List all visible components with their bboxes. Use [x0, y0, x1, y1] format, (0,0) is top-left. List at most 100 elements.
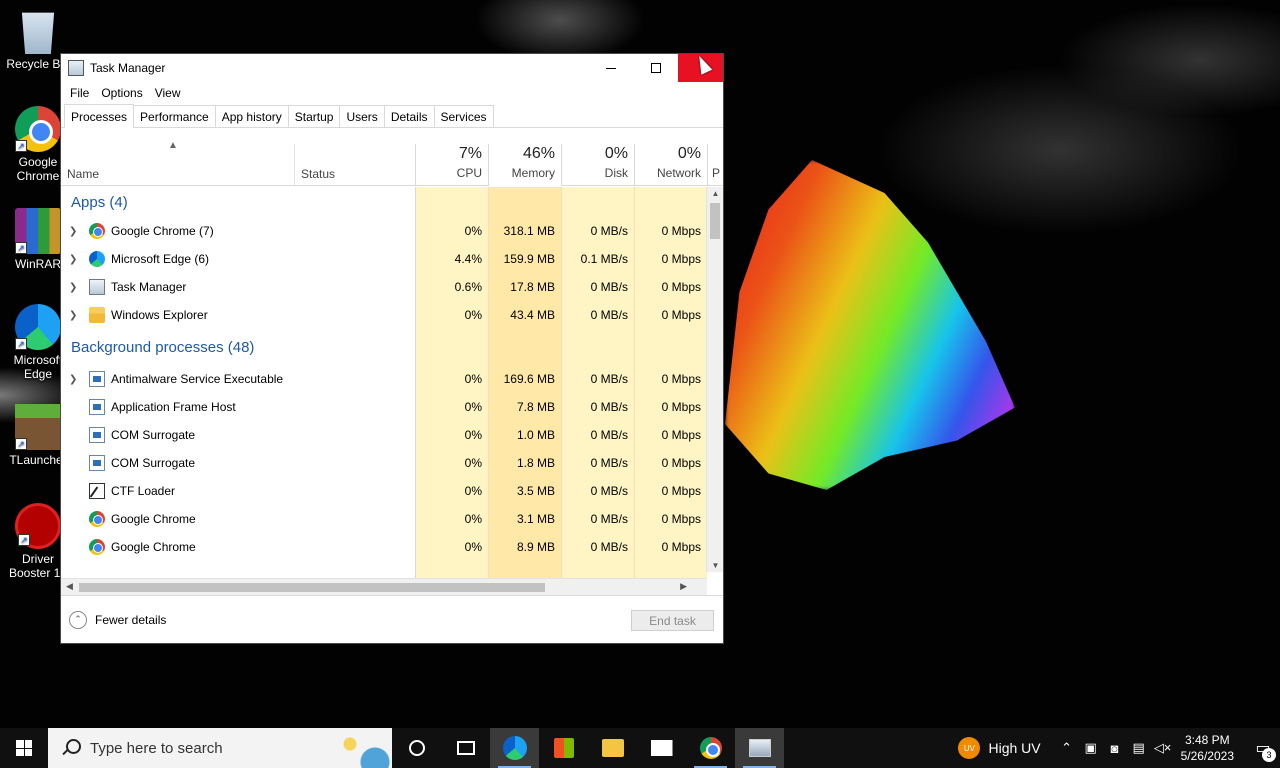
- chrome-icon: [89, 539, 105, 555]
- network-cell: 0 Mbps: [661, 512, 701, 526]
- column-disk[interactable]: 0% Disk: [561, 144, 634, 186]
- memory-cell: 1.8 MB: [516, 456, 555, 470]
- disk-cell: 0 MB/s: [590, 484, 628, 498]
- memory-cell: 7.8 MB: [516, 400, 555, 414]
- menu-view[interactable]: View: [149, 86, 187, 100]
- table-row[interactable]: COM Surrogate 0% 1.8 MB 0 MB/s 0 Mbps: [61, 449, 707, 477]
- title-bar[interactable]: Task Manager: [61, 54, 723, 82]
- cortana-button[interactable]: [392, 728, 441, 768]
- memory-cell: 3.1 MB: [516, 512, 555, 526]
- column-cpu[interactable]: 7% CPU: [415, 144, 488, 186]
- taskbar-store[interactable]: [539, 728, 588, 768]
- search-box[interactable]: Type here to search: [48, 728, 392, 768]
- scroll-left-icon[interactable]: ◀: [66, 581, 73, 592]
- scroll-thumb[interactable]: [79, 583, 545, 592]
- menu-file[interactable]: File: [64, 86, 95, 100]
- cpu-label: CPU: [456, 166, 482, 180]
- chrome-icon: ↗: [15, 106, 61, 152]
- tab-services[interactable]: Services: [433, 105, 494, 127]
- column-memory[interactable]: 46% Memory: [488, 144, 561, 186]
- webcam-icon[interactable]: ◙: [1103, 728, 1127, 768]
- system-tray: UV High UV ⌃ ▣ ◙ ▤ ◁× 3:48 PM 5/26/2023 …: [958, 728, 1280, 768]
- clock-time: 3:48 PM: [1184, 733, 1230, 747]
- table-row[interactable]: Application Frame Host 0% 7.8 MB 0 MB/s …: [61, 393, 707, 421]
- recycle-bin-icon: [21, 12, 55, 54]
- tab-performance[interactable]: Performance: [133, 105, 216, 127]
- start-button[interactable]: [0, 728, 48, 768]
- chevron-up-circle-icon[interactable]: ⌃: [69, 610, 87, 629]
- taskbar-chrome[interactable]: [686, 728, 735, 768]
- chevron-up-icon[interactable]: ⌃: [1055, 728, 1079, 768]
- disk-cell: 0 MB/s: [590, 280, 628, 294]
- clock[interactable]: 3:48 PM 5/26/2023: [1181, 732, 1234, 764]
- table-row[interactable]: ❯ Antimalware Service Executable 0% 169.…: [61, 365, 707, 393]
- fewer-details-link[interactable]: Fewer details: [95, 613, 166, 627]
- sort-up-icon[interactable]: ▲: [168, 140, 178, 151]
- minimize-icon: [605, 67, 616, 69]
- table-row[interactable]: ❯ Microsoft Edge (6) 4.4% 159.9 MB 0.1 M…: [61, 245, 707, 273]
- taskbar-mail[interactable]: [637, 728, 686, 768]
- tab-app-history[interactable]: App history: [214, 105, 289, 127]
- end-task-button[interactable]: End task: [631, 610, 714, 631]
- column-power[interactable]: P: [707, 144, 721, 186]
- network-cell: 0 Mbps: [661, 400, 701, 414]
- table-row[interactable]: ❯ Google Chrome (7) 0% 318.1 MB 0 MB/s 0…: [61, 217, 707, 245]
- column-network[interactable]: 0% Network: [634, 144, 707, 186]
- scroll-up-icon[interactable]: ▲: [707, 189, 723, 198]
- table-row[interactable]: ❯ Task Manager 0.6% 17.8 MB 0 MB/s 0 Mbp…: [61, 273, 707, 301]
- taskbar-file-explorer[interactable]: [588, 728, 637, 768]
- menu-options[interactable]: Options: [95, 86, 148, 100]
- chevron-right-icon[interactable]: ❯: [69, 254, 77, 265]
- taskbar-task-manager[interactable]: [735, 728, 784, 768]
- explorer-icon: [89, 307, 105, 323]
- table-row[interactable]: ❯ Windows Explorer 0% 43.4 MB 0 MB/s 0 M…: [61, 301, 707, 329]
- table-row[interactable]: Google Chrome 0% 8.9 MB 0 MB/s 0 Mbps: [61, 533, 707, 561]
- cpu-cell: 0%: [464, 372, 482, 386]
- ctf-loader-icon: [89, 483, 105, 499]
- table-row[interactable]: COM Surrogate 0% 1.0 MB 0 MB/s 0 Mbps: [61, 421, 707, 449]
- notification-center-button[interactable]: ▭ 3: [1246, 728, 1280, 768]
- group-header-background: Background processes (48): [61, 329, 707, 365]
- uv-weather-icon[interactable]: UV: [958, 737, 981, 759]
- scroll-right-icon[interactable]: ▶: [680, 581, 687, 592]
- store-icon: [553, 738, 574, 758]
- horizontal-scrollbar[interactable]: ◀ ▶: [61, 578, 707, 595]
- task-manager-icon: [748, 739, 771, 757]
- chevron-right-icon[interactable]: ❯: [69, 282, 77, 293]
- cpu-cell: 0%: [464, 540, 482, 554]
- network-cell: 0 Mbps: [661, 484, 701, 498]
- service-icon: [89, 399, 105, 415]
- minimize-button[interactable]: [588, 54, 633, 82]
- volume-muted-icon[interactable]: ◁×: [1151, 728, 1175, 768]
- tab-startup[interactable]: Startup: [287, 105, 341, 127]
- vertical-scrollbar[interactable]: ▲ ▼: [706, 187, 723, 572]
- process-name: COM Surrogate: [111, 456, 196, 470]
- column-divider[interactable]: [294, 144, 295, 185]
- file-explorer-icon: [601, 739, 624, 757]
- process-name: Google Chrome: [111, 512, 196, 526]
- maximize-button[interactable]: [633, 54, 678, 82]
- table-row[interactable]: Google Chrome 0% 3.1 MB 0 MB/s 0 Mbps: [61, 505, 707, 533]
- column-status[interactable]: Status: [301, 167, 335, 181]
- chevron-right-icon[interactable]: ❯: [69, 310, 77, 321]
- column-name[interactable]: Name: [67, 167, 99, 181]
- notification-count: 3: [1262, 748, 1276, 762]
- tab-processes[interactable]: Processes: [64, 104, 135, 128]
- tab-details[interactable]: Details: [383, 105, 435, 127]
- chevron-right-icon[interactable]: ❯: [69, 226, 77, 237]
- network-cell: 0 Mbps: [661, 428, 701, 442]
- cpu-cell: 0%: [464, 308, 482, 322]
- column-header-row: ▲ Name Status 7% CPU 46% Memory 0% Disk …: [61, 130, 723, 186]
- window-title: Task Manager: [90, 61, 166, 75]
- task-view-button[interactable]: [441, 728, 490, 768]
- tray-app-icon[interactable]: ▣: [1079, 728, 1103, 768]
- scroll-down-icon[interactable]: ▼: [707, 561, 723, 570]
- tab-users[interactable]: Users: [339, 105, 385, 127]
- chevron-right-icon[interactable]: ❯: [69, 374, 77, 385]
- scroll-thumb[interactable]: [710, 203, 720, 239]
- network-icon[interactable]: ▤: [1127, 728, 1151, 768]
- cpu-cell: 4.4%: [454, 252, 482, 266]
- weather-text[interactable]: High UV: [988, 740, 1040, 756]
- taskbar-edge[interactable]: [490, 728, 539, 768]
- table-row[interactable]: CTF Loader 0% 3.5 MB 0 MB/s 0 Mbps: [61, 477, 707, 505]
